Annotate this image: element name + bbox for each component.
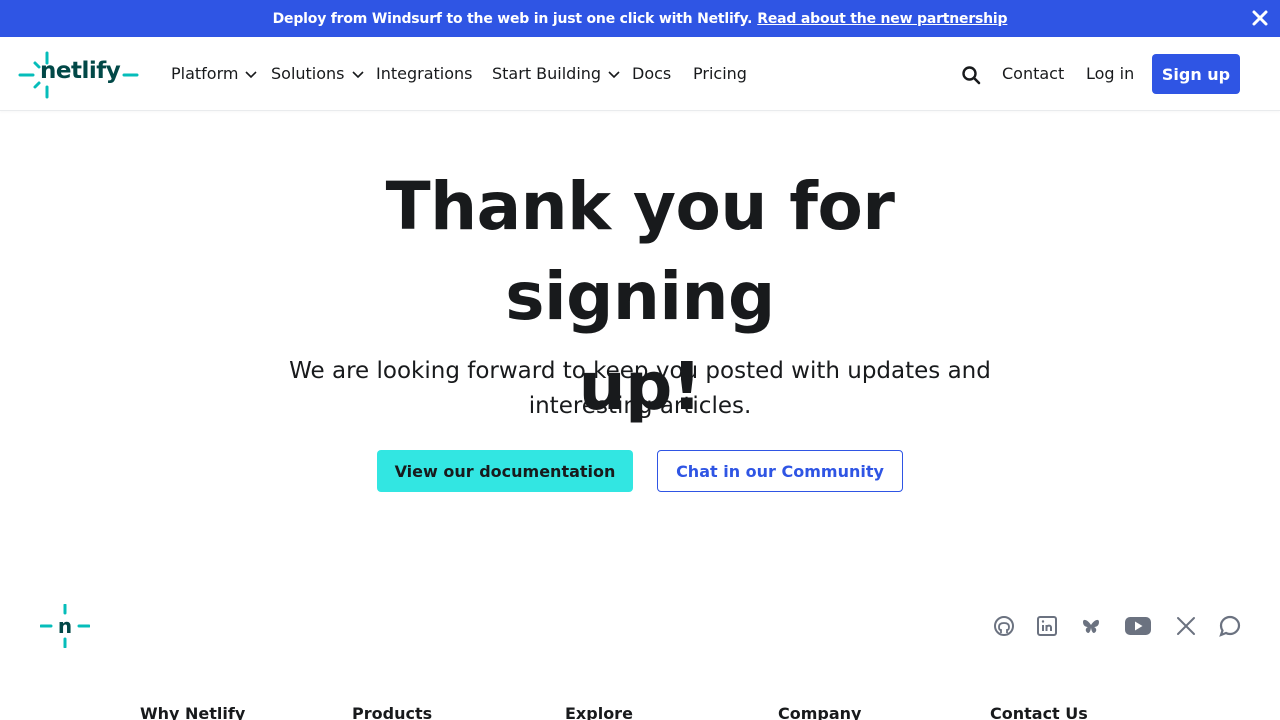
footer-heading-why-netlify[interactable]: Why Netlify bbox=[140, 704, 245, 720]
announcement-bar: Deploy from Windsurf to the web in just … bbox=[0, 0, 1280, 37]
nav-label: Contact bbox=[1002, 64, 1065, 83]
logo-text: netlify bbox=[40, 58, 121, 84]
nav-integrations[interactable]: Integrations bbox=[376, 64, 473, 83]
nav-label: Platform bbox=[171, 64, 239, 83]
nav-label: Integrations bbox=[376, 64, 473, 83]
forum-icon[interactable] bbox=[1219, 615, 1241, 637]
linkedin-icon[interactable] bbox=[1036, 615, 1058, 637]
nav-label: Docs bbox=[632, 64, 672, 83]
footer-heading-contact-us[interactable]: Contact Us bbox=[990, 704, 1088, 720]
nav-label: Log in bbox=[1086, 64, 1135, 83]
nav-contact[interactable]: Contact bbox=[1002, 64, 1064, 83]
bluesky-icon[interactable] bbox=[1080, 615, 1102, 637]
search-icon[interactable] bbox=[961, 65, 981, 85]
footer-logo[interactable]: n bbox=[39, 603, 91, 649]
nav-label: Start Building bbox=[492, 64, 602, 83]
nav-pricing[interactable]: Pricing bbox=[693, 64, 747, 83]
subtitle-line: We are looking forward to keep you poste… bbox=[289, 358, 991, 384]
chevron-down-icon bbox=[245, 70, 258, 78]
chevron-down-icon bbox=[608, 70, 620, 78]
close-icon[interactable] bbox=[1250, 8, 1270, 28]
announcement-text: Deploy from Windsurf to the web in just … bbox=[272, 10, 753, 27]
footer-heading-products[interactable]: Products bbox=[352, 704, 432, 720]
site-header: netlify Platform Solutions Integrations … bbox=[0, 37, 1280, 111]
view-documentation-button[interactable]: View our documentation bbox=[377, 450, 633, 492]
nav-label: Solutions bbox=[271, 64, 345, 83]
page-subtitle: We are looking forward to keep you poste… bbox=[270, 354, 1010, 424]
nav-label: Pricing bbox=[693, 64, 747, 83]
github-icon[interactable] bbox=[993, 615, 1015, 637]
nav-start-building[interactable]: Start Building bbox=[492, 64, 621, 83]
footer-heading-company[interactable]: Company bbox=[778, 704, 861, 720]
chat-community-button[interactable]: Chat in our Community bbox=[657, 450, 903, 492]
signup-button[interactable]: Sign up bbox=[1152, 54, 1240, 94]
footer-heading-explore[interactable]: Explore bbox=[565, 704, 633, 720]
nav-solutions[interactable]: Solutions bbox=[271, 64, 365, 83]
x-icon[interactable] bbox=[1175, 615, 1197, 637]
announcement-link[interactable]: Read about the new partnership bbox=[757, 11, 1007, 27]
subtitle-line: interesting articles. bbox=[528, 393, 752, 419]
nav-login[interactable]: Log in bbox=[1086, 64, 1134, 83]
chevron-down-icon bbox=[351, 70, 364, 78]
nav-platform[interactable]: Platform bbox=[171, 64, 258, 83]
footer-logo-letter: n bbox=[58, 614, 72, 638]
nav-docs[interactable]: Docs bbox=[632, 64, 671, 83]
title-line: Thank you for signing bbox=[385, 168, 895, 335]
netlify-logo[interactable]: netlify bbox=[18, 50, 140, 100]
youtube-icon[interactable] bbox=[1124, 615, 1152, 637]
netlify-mark-icon: n bbox=[39, 603, 91, 649]
